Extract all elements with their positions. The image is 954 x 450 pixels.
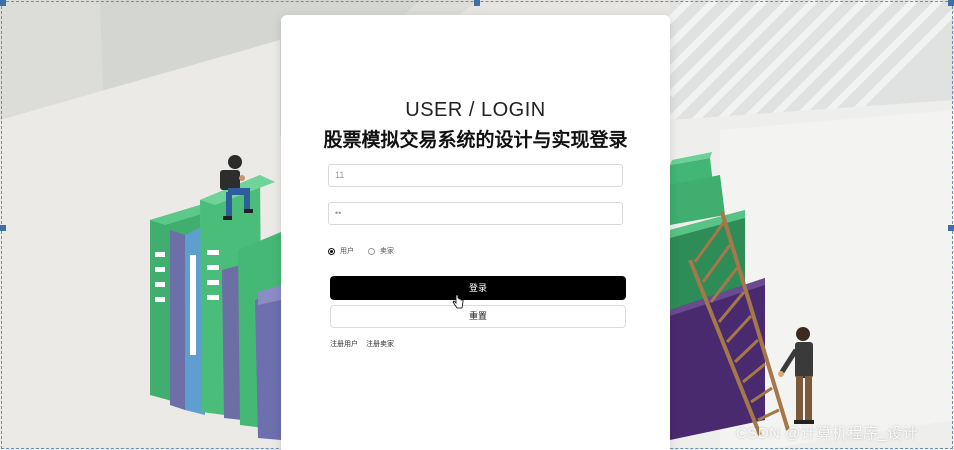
password-input[interactable]: •• bbox=[328, 202, 623, 225]
login-title: USER / LOGIN bbox=[405, 99, 546, 121]
radio-unchecked-icon bbox=[368, 247, 375, 255]
hand-cursor-icon bbox=[452, 294, 464, 309]
resize-handle[interactable] bbox=[948, 0, 954, 6]
system-title: 股票模拟交易系统的设计与实现登录 bbox=[323, 130, 628, 151]
resize-handle[interactable] bbox=[0, 0, 6, 6]
login-card: USER / LOGIN 股票模拟交易系统的设计与实现登录 11 •• 用户 卖… bbox=[281, 15, 670, 450]
reset-button[interactable]: 重置 bbox=[330, 305, 626, 328]
register-seller-link[interactable]: 注册卖家 bbox=[366, 341, 394, 348]
resize-handle[interactable] bbox=[948, 225, 954, 231]
role-radio-user[interactable]: 用户 bbox=[328, 246, 354, 256]
resize-handle[interactable] bbox=[474, 0, 480, 6]
register-user-link[interactable]: 注册用户 bbox=[330, 341, 358, 348]
register-links: 注册用户 注册卖家 bbox=[330, 339, 400, 349]
csdn-watermark: CSDN @计算机程序_设计 bbox=[736, 425, 919, 442]
username-input[interactable]: 11 bbox=[328, 164, 623, 187]
role-radio-seller[interactable]: 卖家 bbox=[368, 246, 394, 256]
login-button[interactable]: 登录 bbox=[330, 276, 626, 300]
resize-handle[interactable] bbox=[0, 225, 6, 231]
role-label-user: 用户 bbox=[340, 248, 354, 255]
radio-checked-icon bbox=[328, 247, 335, 255]
role-radio-group: 用户 卖家 bbox=[328, 245, 408, 257]
role-label-seller: 卖家 bbox=[380, 248, 394, 255]
